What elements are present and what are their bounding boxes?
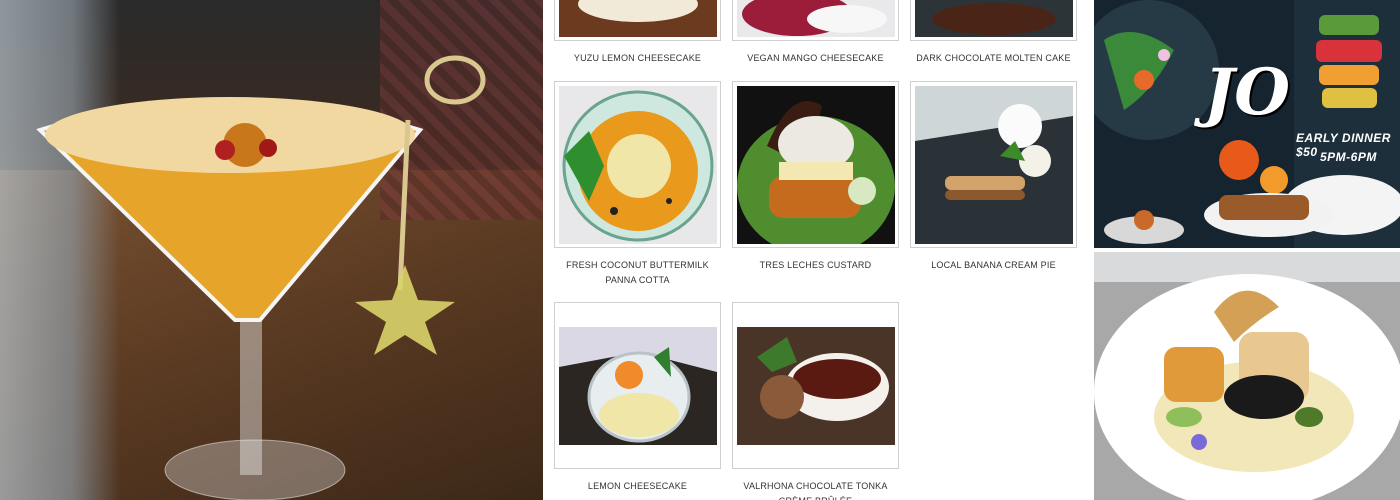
gallery-thumbnail[interactable]: [732, 302, 899, 469]
fish-dish-illustration: [1094, 252, 1400, 500]
martini-glass-illustration: [36, 55, 486, 500]
gallery-item[interactable]: LOCAL BANANA CREAM PIE: [910, 81, 1077, 273]
gallery-item[interactable]: DARK CHOCOLATE MOLTEN CAKE: [910, 0, 1077, 66]
dessert-photo-tres-leches-custard: [736, 85, 895, 244]
early-dinner-promo-image: JO EARLY DINNER $50 5PM-6PM: [1094, 0, 1400, 248]
dessert-photo-vegan-mango-cheesecake: [736, 0, 895, 37]
promo-hours: 5PM-6PM: [1320, 150, 1377, 164]
fish-dish-photo: [1094, 252, 1400, 500]
gallery-caption: LEMON CHEESECAKE: [587, 481, 688, 491]
gallery-caption: VALRHONA CHOCOLATE TONKA CRÈME BRÛLÉE: [743, 481, 888, 500]
cocktail-photo: [0, 0, 543, 500]
dessert-photo-lemon-cheesecake: [558, 326, 717, 445]
gallery-thumbnail[interactable]: [910, 0, 1077, 41]
dessert-photo-dark-chocolate-molten-cake: [914, 0, 1073, 37]
gallery-item[interactable]: LEMON CHEESECAKE: [554, 302, 721, 494]
gallery-thumbnail[interactable]: [910, 81, 1077, 248]
gallery-item[interactable]: FRESH COCONUT BUTTERMILK PANNA COTTA: [554, 81, 721, 288]
dessert-photo-chocolate-creme-brulee: [736, 326, 895, 445]
gallery-item[interactable]: TRES LECHES CUSTARD: [732, 81, 899, 273]
gallery-caption: LOCAL BANANA CREAM PIE: [931, 260, 1056, 270]
gallery-thumbnail[interactable]: [732, 0, 899, 41]
dessert-gallery: YUZU LEMON CHEESECAKE VEGAN MANGO CHEESE…: [543, 0, 1094, 500]
gallery-thumbnail[interactable]: [554, 0, 721, 41]
dessert-photo-coconut-panna-cotta: [558, 85, 717, 244]
gallery-item[interactable]: VEGAN MANGO CHEESECAKE: [732, 0, 899, 66]
dessert-photo-yuzu-cheesecake: [558, 0, 717, 37]
gallery-caption: YUZU LEMON CHEESECAKE: [573, 53, 702, 63]
dessert-photo-banana-cream-pie: [914, 85, 1073, 244]
gallery-caption: VEGAN MANGO CHEESECAKE: [747, 53, 884, 63]
gallery-thumbnail[interactable]: [554, 302, 721, 469]
gallery-caption: TRES LECHES CUSTARD: [759, 260, 872, 270]
gallery-item[interactable]: YUZU LEMON CHEESECAKE: [554, 0, 721, 66]
gallery-item[interactable]: VALRHONA CHOCOLATE TONKA CRÈME BRÛLÉE: [732, 302, 899, 500]
gallery-caption: FRESH COCONUT BUTTERMILK PANNA COTTA: [566, 260, 709, 285]
gallery-thumbnail[interactable]: [732, 81, 899, 248]
gallery-thumbnail[interactable]: [554, 81, 721, 248]
gallery-caption: DARK CHOCOLATE MOLTEN CAKE: [916, 53, 1071, 63]
promo-logo: JO: [1204, 55, 1291, 130]
